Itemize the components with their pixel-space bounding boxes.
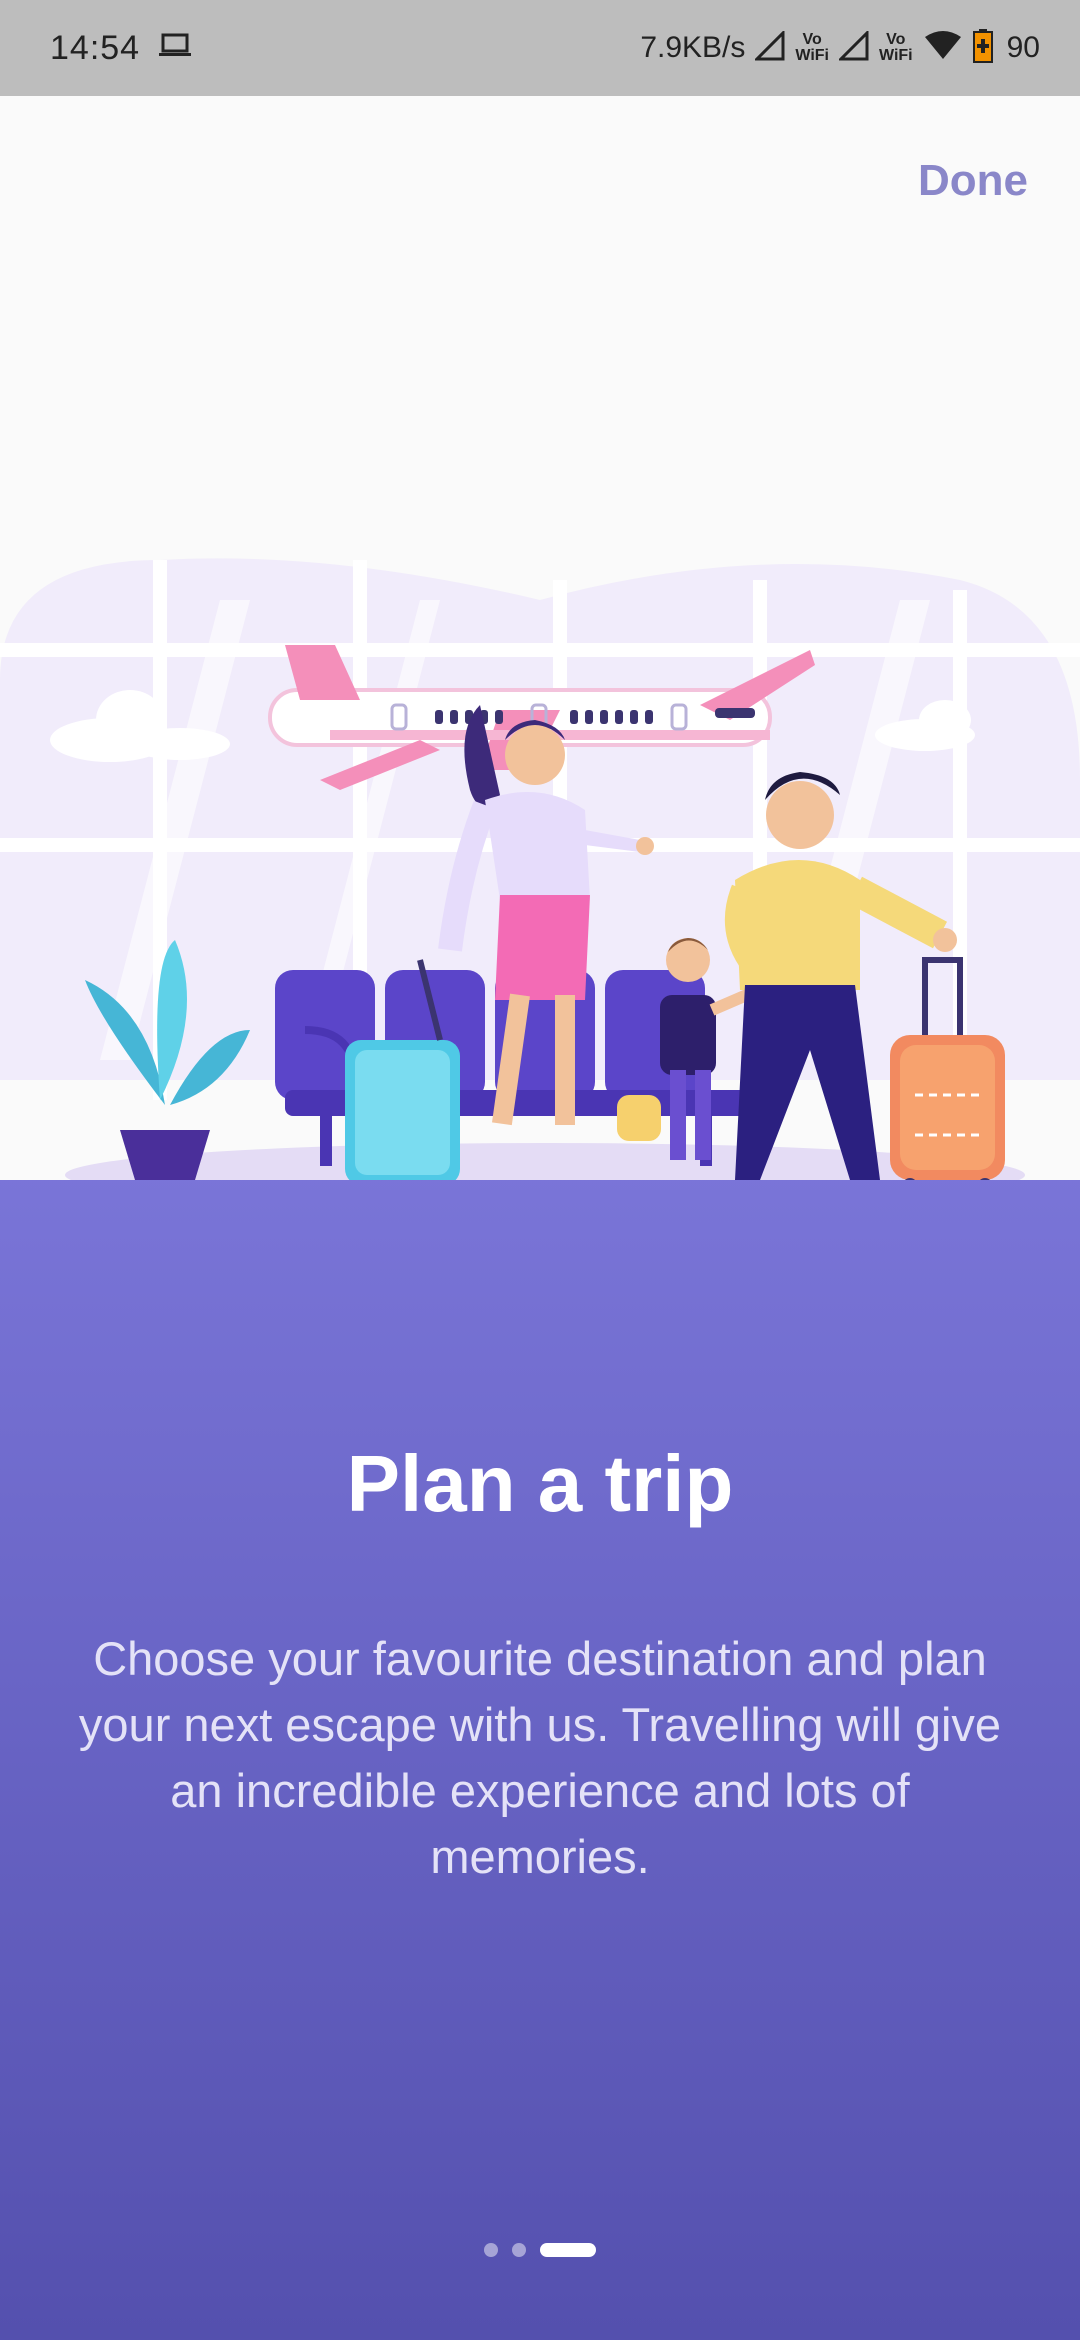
- slide-title: Plan a trip: [346, 1439, 734, 1528]
- laptop-icon: [158, 33, 192, 64]
- page-dot[interactable]: [484, 2243, 498, 2257]
- travel-family-illustration: [0, 558, 1080, 1207]
- page-dot[interactable]: [512, 2243, 526, 2257]
- page-dot-active[interactable]: [540, 2243, 596, 2257]
- status-bar: 14:54 7.9KB/s Vo WiFi Vo WiFi 90: [0, 0, 1080, 96]
- signal-icon: [753, 28, 785, 66]
- net-speed: 7.9KB/s: [640, 31, 746, 64]
- signal-icon: [837, 28, 869, 66]
- status-left: 14:54: [50, 0, 192, 96]
- slide-description: Choose your favourite destination and pl…: [78, 1632, 1002, 1883]
- page-indicator[interactable]: [0, 2240, 1080, 2260]
- wifi-icon: [923, 30, 963, 66]
- battery-icon: [972, 28, 993, 68]
- done-button[interactable]: Done: [918, 156, 1028, 206]
- battery-level: 90: [1006, 31, 1040, 64]
- status-time: 14:54: [50, 28, 141, 67]
- vowifi-badge: Vo WiFi: [879, 31, 913, 64]
- status-right: 7.9KB/s Vo WiFi Vo WiFi 90: [640, 0, 1040, 96]
- vowifi-badge: Vo WiFi: [795, 31, 829, 64]
